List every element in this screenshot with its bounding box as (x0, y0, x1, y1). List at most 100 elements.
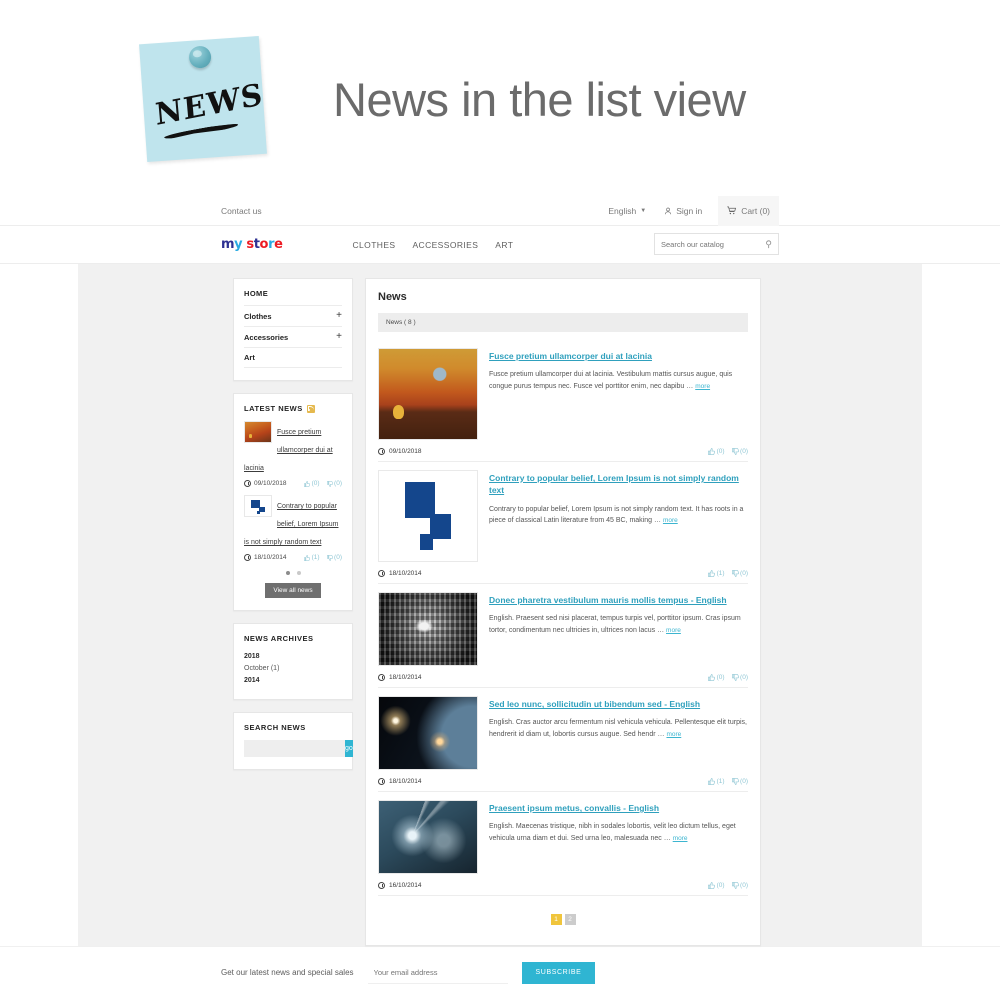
thumbs-up-icon (708, 778, 715, 785)
article-thumbnail[interactable] (378, 800, 478, 874)
like-count: (1) (716, 778, 725, 785)
language-label: English (608, 205, 637, 216)
ellipsis: … (686, 382, 694, 390)
like-count: (0) (716, 448, 725, 455)
search-input[interactable] (661, 239, 766, 249)
article-thumbnail[interactable] (378, 348, 478, 440)
carousel-dot-1[interactable] (285, 571, 290, 575)
logo-square-b (429, 514, 451, 540)
latest-news-item-meta: 18/10/2014 (1) (0) (244, 552, 342, 561)
article-more-link[interactable]: more (695, 383, 710, 390)
dislike-control[interactable]: (0) (731, 674, 748, 681)
news-list-column: News News ( 8 ) Fusce pretium ullamcorpe… (365, 278, 761, 946)
like-control[interactable]: (0) (304, 480, 320, 487)
search-news-go-button[interactable]: go (345, 739, 353, 757)
archive-year-2014[interactable]: 2014 (244, 675, 342, 687)
article-more-link[interactable]: more (673, 835, 688, 842)
language-selector[interactable]: English ▼ (608, 206, 646, 216)
latest-news-item-date-wrap: 09/10/2018 (244, 480, 287, 487)
category-item-clothes[interactable]: Clothes + (244, 305, 342, 326)
carousel-dot-2[interactable] (296, 571, 301, 575)
article-more-link[interactable]: more (666, 731, 681, 738)
catalog-search-box[interactable]: ⚲ (654, 233, 779, 255)
dislike-control[interactable]: (0) (731, 448, 748, 455)
like-control[interactable]: (1) (708, 570, 725, 577)
expand-plus-icon[interactable]: + (336, 332, 342, 342)
article-more-link[interactable]: more (666, 627, 681, 634)
article-title-link[interactable]: Fusce pretium ullamcorper dui at lacinia (489, 350, 748, 362)
logo-letter-2: y (234, 237, 243, 252)
store-logo[interactable]: my store (221, 237, 283, 252)
like-count: (1) (311, 554, 320, 561)
search-icon[interactable]: ⚲ (765, 239, 772, 250)
pagination-page-2[interactable]: 2 (564, 914, 576, 925)
logo-letter-7: e (274, 237, 283, 252)
thumbs-up-icon (708, 882, 715, 889)
menu-item-art[interactable]: ART (495, 240, 513, 250)
article-title-link[interactable]: Sed leo nunc, sollicitudin ut bibendum s… (489, 698, 748, 710)
thumbs-up-icon (304, 554, 311, 561)
article-date: 18/10/2014 (389, 778, 422, 785)
like-count: (0) (716, 674, 725, 681)
like-control[interactable]: (1) (708, 778, 725, 785)
dislike-count: (0) (334, 480, 342, 487)
like-control[interactable]: (0) (708, 674, 725, 681)
contact-us-link[interactable]: Contact us (221, 206, 262, 216)
menu-item-accessories[interactable]: ACCESSORIES (412, 240, 478, 250)
article-title-link[interactable]: Praesent ipsum metus, convallis - Englis… (489, 802, 748, 814)
menu-item-clothes[interactable]: CLOTHES (353, 240, 396, 250)
newsletter-email-input[interactable] (367, 961, 508, 984)
pushpin-icon (188, 45, 212, 69)
dislike-control[interactable]: (0) (326, 554, 342, 561)
dislike-count: (0) (740, 882, 748, 889)
article-votes: (0) (0) (708, 674, 748, 681)
article-title-link[interactable]: Donec pharetra vestibulum mauris mollis … (489, 594, 748, 606)
cart-button[interactable]: Cart (0) (718, 195, 779, 226)
dislike-control[interactable]: (0) (731, 778, 748, 785)
view-all-news-button[interactable]: View all news (265, 583, 321, 598)
category-home-label[interactable]: HOME (244, 289, 342, 305)
article-thumbnail[interactable] (378, 696, 478, 770)
latest-news-thumbnail[interactable] (244, 495, 272, 517)
category-block: HOME Clothes + Accessories + Art (233, 278, 353, 381)
article-footer: 18/10/2014 (0) (0) (378, 674, 748, 681)
ellipsis: … (663, 834, 671, 842)
category-item-accessories[interactable]: Accessories + (244, 326, 342, 347)
article-thumbnail[interactable] (378, 470, 478, 562)
pagination-page-1[interactable]: 1 (550, 914, 562, 925)
article-votes: (0) (0) (708, 448, 748, 455)
archive-month-october[interactable]: October (1) (244, 663, 342, 675)
article-excerpt-wrap: English. Maecenas tristique, nibh in sod… (489, 821, 748, 844)
article-thumbnail[interactable] (378, 592, 478, 666)
logo-letter-3: s (246, 237, 254, 252)
top-bar: Contact us English ▼ Sign in Cart (0) (0, 195, 1000, 226)
latest-news-thumbnail[interactable] (244, 421, 272, 443)
latest-news-item-date-wrap: 18/10/2014 (244, 554, 287, 561)
category-label: Accessories (244, 332, 289, 342)
ellipsis: … (657, 626, 665, 634)
archive-year-2018[interactable]: 2018 (244, 651, 342, 663)
user-icon (665, 207, 672, 214)
article-date: 09/10/2018 (389, 448, 422, 455)
page-content-wrapper: HOME Clothes + Accessories + Art LATEST … (78, 264, 922, 946)
newsletter-subscribe-button[interactable]: SUBSCRIBE (521, 961, 596, 984)
article-more-link[interactable]: more (663, 517, 678, 524)
dislike-control[interactable]: (0) (326, 480, 342, 487)
latest-news-item-votes: (0) (0) (304, 480, 342, 487)
category-item-art[interactable]: Art (244, 347, 342, 367)
like-control[interactable]: (0) (708, 448, 725, 455)
like-control[interactable]: (1) (304, 554, 320, 561)
article-date: 18/10/2014 (389, 674, 422, 681)
dislike-control[interactable]: (0) (731, 882, 748, 889)
rss-icon[interactable] (306, 404, 315, 413)
article-title-link[interactable]: Contrary to popular belief, Lorem Ipsum … (489, 472, 748, 497)
thumbs-down-icon (731, 778, 739, 785)
like-control[interactable]: (0) (708, 882, 725, 889)
dislike-control[interactable]: (0) (731, 570, 748, 577)
clock-icon (378, 882, 385, 889)
expand-plus-icon[interactable]: + (336, 311, 342, 321)
article-date-wrap: 18/10/2014 (378, 778, 422, 785)
search-news-input[interactable] (244, 739, 345, 757)
article-excerpt: Contrary to popular belief, Lorem Ipsum … (489, 505, 744, 525)
sign-in-link[interactable]: Sign in (664, 206, 702, 216)
